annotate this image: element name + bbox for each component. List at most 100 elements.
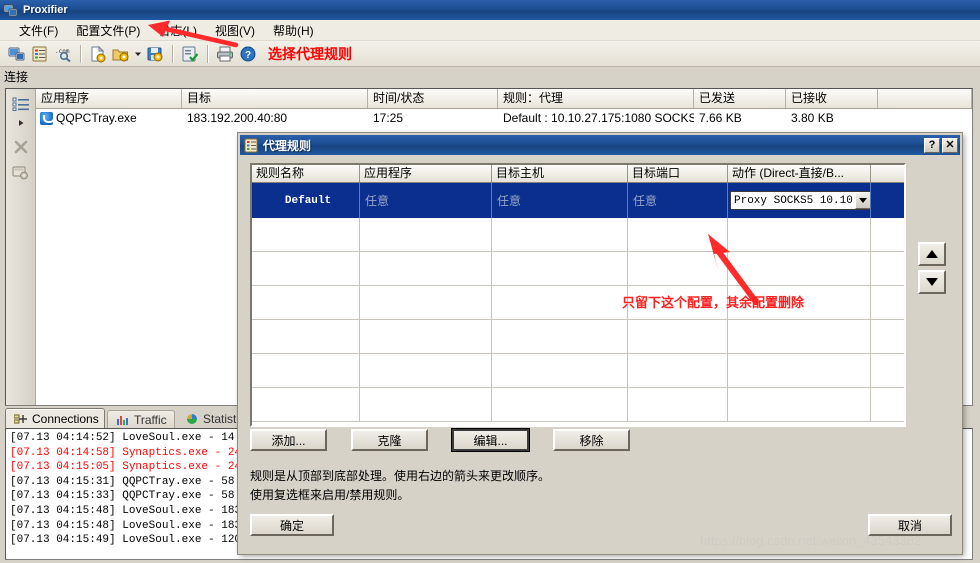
cell-sent: 7.66 KB [699,111,742,125]
table-row-empty[interactable] [252,388,904,422]
open-profile-icon[interactable] [110,43,132,65]
reorder-buttons [918,242,948,298]
log-verbose-icon[interactable] [179,43,201,65]
table-row-empty[interactable] [252,218,904,252]
connections-group-label: 连接 [0,67,980,87]
toolbar-annotation-text: 选择代理规则 [268,46,352,63]
rule-action-buttons: 添加... 克隆 编辑... 移除 [250,428,910,452]
add-button[interactable]: 添加... [250,429,327,451]
print-icon[interactable] [214,43,236,65]
window-title: Proxifier [23,4,68,16]
help-button[interactable]: ? [924,137,940,153]
remove-button[interactable]: 移除 [553,429,630,451]
cell-target-ports: 任意 [628,183,728,218]
triangle-up-icon [926,250,938,258]
open-profile-dropdown-arrow-icon[interactable] [133,43,143,65]
toolbar: .com ? 选择代理规则 [0,41,980,67]
action-dropdown-value: Proxy SOCKS5 10.10.2 [734,194,855,207]
cell-time-status: 17:25 [373,111,404,125]
column-header-action[interactable]: 动作 (Direct-直接/B... [728,165,871,182]
clone-button[interactable]: 克隆 [351,429,428,451]
rules-grid: 规则名称 应用程序 目标主机 目标端口 动作 (Direct-直接/B... D… [250,163,906,427]
chevron-down-icon[interactable] [855,192,870,209]
column-header-applications[interactable]: 应用程序 [360,165,492,182]
name-resolution-icon[interactable]: .com [52,43,74,65]
expand-arrow-icon[interactable] [8,116,34,130]
ok-button[interactable]: 确定 [250,514,334,536]
column-header-rule-proxy[interactable]: 规则：代理 [498,89,694,108]
toolbar-separator-1 [80,44,82,63]
dialog-title: 代理规则 [263,138,312,153]
cell-application: QQPCTray.exe [56,111,137,125]
column-header-target[interactable]: 目标 [182,89,368,108]
connections-sidebar [6,89,36,405]
column-header-rule-name[interactable]: 规则名称 [252,165,360,182]
toolbar-separator-3 [207,44,209,63]
close-icon[interactable]: ✕ [942,137,958,153]
list-view-icon[interactable] [8,93,34,115]
edit-button[interactable]: 编辑... [451,428,530,452]
application-icon [40,111,53,125]
copy-icon[interactable] [8,162,34,184]
menu-view[interactable]: 视图(V) [206,20,264,41]
cell-target-hosts: 任意 [492,183,628,218]
statistics-pie-icon [185,413,199,425]
tab-traffic[interactable]: Traffic [107,410,175,428]
column-header-filler [871,165,904,182]
svg-text:?: ? [245,50,251,61]
column-header-target-hosts[interactable]: 目标主机 [492,165,628,182]
column-header-filler [878,89,972,108]
dialog-note-line-2: 使用复选框来启用/禁用规则。 [250,488,410,502]
toolbar-separator-2 [172,44,174,63]
column-header-received[interactable]: 已接收 [786,89,878,108]
column-header-time-status[interactable]: 时间/状态 [368,89,498,108]
table-row-empty[interactable] [252,354,904,388]
menu-log[interactable]: 日志(L) [149,20,206,41]
proxy-rules-dialog: 代理规则 ? ✕ 规则名称 应用程序 目标主机 目标端口 动作 (Direct-… [237,132,963,555]
connections-icon [13,413,28,425]
proxifier-main-window: Proxifier 文件(F) 配置文件(P) 日志(L) 视图(V) 帮助(H… [0,0,980,563]
dialog-title-bar: 代理规则 ? ✕ [240,135,960,155]
table-row[interactable]: QQPCTray.exe 183.192.200.40:80 17:25 Def… [36,109,972,127]
rule-annotation-text: 只留下这个配置，其余配置删除 [622,296,805,311]
column-header-application[interactable]: 应用程序 [36,89,182,108]
column-header-sent[interactable]: 已发送 [694,89,786,108]
column-header-target-ports[interactable]: 目标端口 [628,165,728,182]
tab-traffic-label: Traffic [134,412,167,427]
cell-rule-name: Default [252,183,360,218]
table-row-empty[interactable] [252,252,904,286]
connections-column-headers: 应用程序 目标 时间/状态 规则：代理 已发送 已接收 [36,89,972,109]
cell-applications: 任意 [360,183,492,218]
move-up-button[interactable] [918,242,946,266]
triangle-down-icon [926,278,938,286]
help-icon[interactable]: ? [237,43,259,65]
watermark: https://blog.csdn.net/weixin_43543382 [700,533,922,548]
new-profile-icon[interactable] [87,43,109,65]
close-connection-icon[interactable] [8,136,34,158]
action-dropdown[interactable]: Proxy SOCKS5 10.10.2 [730,191,870,210]
table-row-empty[interactable] [252,286,904,320]
menu-profile[interactable]: 配置文件(P) [67,20,149,41]
cell-received: 3.80 KB [791,111,834,125]
save-profile-icon[interactable] [144,43,166,65]
cell-target: 183.192.200.40:80 [187,111,288,125]
rules-rows: Default 任意 任意 任意 Proxy SOCKS5 10.10.2 [252,183,904,422]
proxy-servers-icon[interactable] [6,43,28,65]
menu-file[interactable]: 文件(F) [10,20,67,41]
rules-dialog-icon [244,138,259,153]
tab-connections-label: Connections [32,411,99,426]
tab-connections[interactable]: Connections [5,408,105,428]
move-down-button[interactable] [918,270,946,294]
dialog-notes: 规则是从顶部到底部处理。使用右边的箭头来更改顺序。 使用复选框来启用/禁用规则。 [250,467,940,505]
table-row[interactable]: Default 任意 任意 任意 Proxy SOCKS5 10.10.2 [252,183,904,218]
dialog-note-line-1: 规则是从顶部到底部处理。使用右边的箭头来更改顺序。 [250,469,551,483]
table-row-empty[interactable] [252,320,904,354]
rules-column-headers: 规则名称 应用程序 目标主机 目标端口 动作 (Direct-直接/B... [252,165,904,183]
proxifier-app-icon [3,2,19,18]
cell-action: Proxy SOCKS5 10.10.2 [728,183,871,218]
menu-help[interactable]: 帮助(H) [264,20,323,41]
proxification-rules-icon[interactable] [29,43,51,65]
traffic-chart-icon [116,414,130,426]
window-title-bar: Proxifier [0,0,980,20]
cell-filler [871,183,904,218]
